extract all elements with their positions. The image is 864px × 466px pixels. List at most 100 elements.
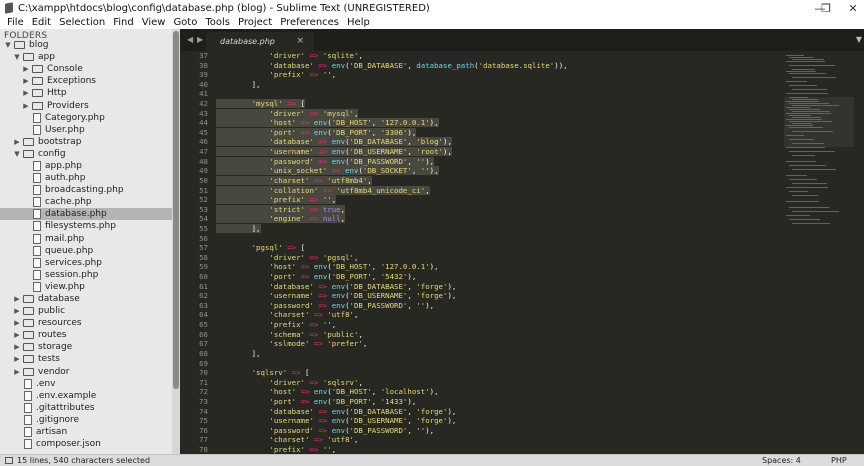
chevron-right-icon[interactable]: ▶ [13, 138, 21, 146]
file-item[interactable]: .env.example [0, 390, 172, 402]
sidebar-scroll-thumb[interactable] [173, 31, 179, 389]
code-area[interactable]: 'driver' => 'sqlite', 'database' => env(… [216, 51, 776, 454]
code-line[interactable] [216, 234, 776, 244]
minimap[interactable] [784, 51, 854, 454]
file-item[interactable]: filesystems.php [0, 220, 172, 232]
folder-item[interactable]: ▶ resources [0, 317, 172, 329]
code-line[interactable]: 'database' => env('DB_DATABASE', 'forge'… [216, 282, 776, 292]
folder-item[interactable]: ▶ bootstrap [0, 136, 172, 148]
code-line[interactable]: 'sqlsrv' => [ [216, 368, 776, 378]
menu-edit[interactable]: Edit [28, 17, 55, 28]
file-item[interactable]: view.php [0, 281, 172, 293]
maximize-button[interactable]: ❐ [811, 0, 841, 16]
menu-preferences[interactable]: Preferences [276, 17, 343, 28]
menu-find[interactable]: Find [109, 17, 138, 28]
indentation-status[interactable]: Spaces: 4 [762, 456, 801, 465]
code-line[interactable]: 'strict' => true, [216, 204, 776, 215]
syntax-status[interactable]: PHP [831, 456, 847, 465]
folder-item[interactable]: ▶ public [0, 305, 172, 317]
code-line[interactable]: 'prefix' => '', [216, 320, 776, 330]
code-line[interactable]: 'host' => env('DB_HOST', '127.0.0.1'), [216, 262, 776, 272]
menu-goto[interactable]: Goto [169, 17, 201, 28]
code-line[interactable]: 'unix_socket' => env('DB_SOCKET', ''), [216, 166, 776, 176]
file-item[interactable]: .gitignore [0, 414, 172, 426]
code-line[interactable] [216, 89, 776, 99]
menu-view[interactable]: View [138, 17, 170, 28]
code-line[interactable]: 'engine' => null, [216, 214, 776, 224]
chevron-right-icon[interactable]: ▶ [22, 89, 30, 97]
chevron-right-icon[interactable]: ▶ [13, 295, 21, 303]
file-item[interactable]: composer.json [0, 438, 172, 450]
code-line[interactable]: 'host' => env('DB_HOST', 'localhost'), [216, 387, 776, 397]
file-item[interactable]: database.php [0, 208, 172, 221]
file-item[interactable]: Category.php [0, 112, 172, 124]
file-item[interactable]: .gitattributes [0, 402, 172, 414]
tab-next-icon[interactable]: ▶ [197, 35, 203, 44]
code-line[interactable]: 'port' => env('DB_PORT', '1433'), [216, 397, 776, 407]
tab-list-dropdown-icon[interactable]: ▼ [856, 35, 862, 44]
tab-database-php[interactable]: database.php × [206, 32, 314, 51]
folder-item[interactable]: ▼ app [0, 51, 172, 63]
close-button[interactable]: ✕ [838, 0, 864, 16]
code-line[interactable]: 'prefix' => '', [216, 70, 776, 80]
code-line[interactable]: 'sslmode' => 'prefer', [216, 339, 776, 349]
code-line[interactable]: 'database' => env('DB_DATABASE', 'blog')… [216, 137, 776, 147]
code-line[interactable]: 'prefix' => '', [216, 445, 776, 454]
chevron-right-icon[interactable]: ▶ [13, 307, 21, 315]
folder-item[interactable]: ▶ Http [0, 87, 172, 99]
chevron-down-icon[interactable]: ▼ [4, 41, 12, 49]
file-item[interactable]: artisan [0, 426, 172, 438]
folder-item[interactable]: ▼ config [0, 148, 172, 160]
code-line[interactable]: 'username' => env('DB_USERNAME', 'root')… [216, 147, 776, 157]
file-item[interactable]: queue.php [0, 245, 172, 257]
folder-item[interactable]: ▶ storage [0, 341, 172, 353]
code-line[interactable]: 'driver' => 'mysql', [216, 108, 776, 119]
chevron-down-icon[interactable]: ▼ [13, 53, 21, 61]
chevron-right-icon[interactable]: ▶ [13, 319, 21, 327]
file-item[interactable]: mail.php [0, 233, 172, 245]
menu-file[interactable]: File [3, 17, 28, 28]
menu-selection[interactable]: Selection [55, 17, 109, 28]
folder-item[interactable]: ▶ Exceptions [0, 75, 172, 87]
code-line[interactable]: 'charset' => 'utf8', [216, 435, 776, 445]
file-item[interactable]: services.php [0, 257, 172, 269]
folder-item[interactable]: ▼ blog [0, 39, 172, 51]
file-item[interactable]: auth.php [0, 172, 172, 184]
code-line[interactable]: 'driver' => 'sqlsrv', [216, 378, 776, 388]
sidebar-scrollbar[interactable] [172, 29, 180, 454]
code-line[interactable]: 'prefix' => '', [216, 195, 776, 205]
code-line[interactable]: 'database' => env('DB_DATABASE', databas… [216, 61, 776, 71]
code-line[interactable]: 'driver' => 'sqlite', [216, 51, 776, 61]
code-line[interactable]: 'charset' => 'utf8', [216, 310, 776, 320]
code-line[interactable]: 'password' => env('DB_PASSWORD', ''), [216, 301, 776, 311]
tab-close-icon[interactable]: × [296, 36, 304, 46]
code-line[interactable]: ], [216, 80, 776, 90]
folder-item[interactable]: ▶ database [0, 293, 172, 305]
chevron-right-icon[interactable]: ▶ [13, 343, 21, 351]
code-line[interactable]: 'password' => env('DB_PASSWORD', ''), [216, 156, 776, 167]
code-line[interactable]: 'port' => env('DB_PORT', '3306'), [216, 127, 776, 138]
code-line[interactable]: 'host' => env('DB_HOST', '127.0.0.1'), [216, 118, 776, 128]
code-line[interactable]: 'username' => env('DB_USERNAME', 'forge'… [216, 416, 776, 426]
folder-item[interactable]: ▶ vendor [0, 366, 172, 378]
chevron-right-icon[interactable]: ▶ [22, 65, 30, 73]
folder-item[interactable]: ▶ routes [0, 329, 172, 341]
code-line[interactable]: 'database' => env('DB_DATABASE', 'forge'… [216, 407, 776, 417]
code-line[interactable]: 'driver' => 'pgsql', [216, 253, 776, 263]
file-item[interactable]: broadcasting.php [0, 184, 172, 196]
menu-tools[interactable]: Tools [201, 17, 234, 28]
code-line[interactable]: 'schema' => 'public', [216, 330, 776, 340]
folder-item[interactable]: ▶ tests [0, 353, 172, 365]
chevron-right-icon[interactable]: ▶ [13, 331, 21, 339]
code-line[interactable] [216, 359, 776, 369]
file-item[interactable]: app.php [0, 160, 172, 172]
code-line[interactable]: 'password' => env('DB_PASSWORD', ''), [216, 426, 776, 436]
file-item[interactable]: .env [0, 378, 172, 390]
code-line[interactable]: 'charset' => 'utf8mb4', [216, 175, 776, 186]
chevron-right-icon[interactable]: ▶ [13, 368, 21, 376]
code-line[interactable]: 'username' => env('DB_USERNAME', 'forge'… [216, 291, 776, 301]
code-line[interactable]: ], [216, 349, 776, 359]
menu-project[interactable]: Project [234, 17, 276, 28]
folder-item[interactable]: ▶ Console [0, 63, 172, 75]
code-line[interactable]: ], [216, 223, 776, 234]
